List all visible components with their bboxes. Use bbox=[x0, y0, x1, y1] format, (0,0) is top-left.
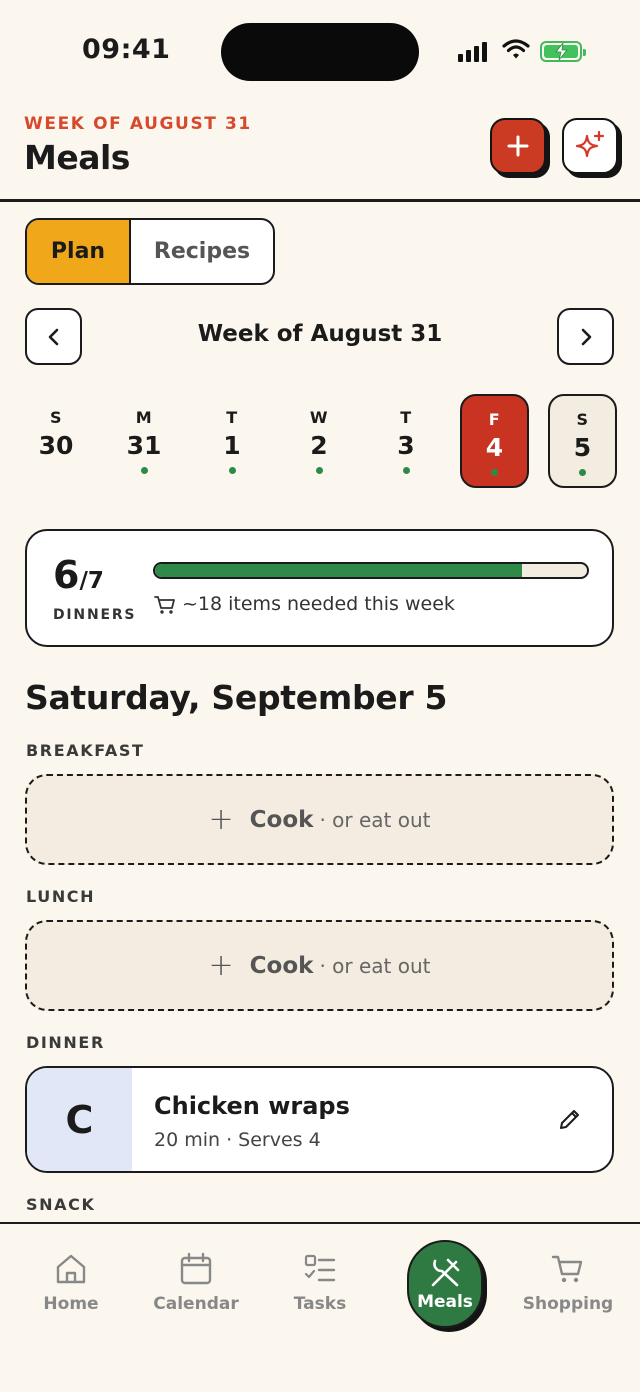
day-tuesday-1[interactable]: T 1 bbox=[199, 394, 265, 488]
segment-recipes[interactable]: Recipes bbox=[131, 220, 273, 283]
page-title: Meals bbox=[24, 138, 130, 177]
planned-dot bbox=[579, 469, 586, 476]
day-letter: W bbox=[309, 408, 329, 427]
dinner-label: DINNER bbox=[26, 1033, 105, 1052]
day-thursday-3[interactable]: T 3 bbox=[373, 394, 439, 488]
tab-meals-active[interactable]: Meals bbox=[407, 1240, 483, 1328]
plus-icon: + bbox=[208, 948, 234, 983]
view-segmented-control: Plan Recipes bbox=[25, 218, 275, 285]
dinners-done: 6 bbox=[53, 553, 80, 597]
breakfast-empty-slot[interactable]: + Cook · or eat out bbox=[25, 774, 614, 865]
cart-icon bbox=[551, 1255, 583, 1283]
lunch-label: LUNCH bbox=[26, 887, 96, 906]
next-week-button[interactable] bbox=[557, 308, 614, 365]
chevron-left-icon bbox=[48, 328, 58, 345]
magic-plan-button[interactable] bbox=[562, 118, 618, 174]
status-time: 09:41 bbox=[82, 34, 171, 65]
cellular-signal-icon bbox=[458, 40, 487, 62]
day-number: 3 bbox=[397, 431, 415, 460]
day-letter: T bbox=[226, 408, 238, 427]
day-friday-4-today[interactable]: F 4 bbox=[460, 394, 529, 488]
calendar-icon bbox=[180, 1252, 212, 1285]
eat-out-text: · or eat out bbox=[319, 807, 431, 832]
day-letter: S bbox=[49, 408, 63, 427]
sparkles-icon bbox=[575, 130, 605, 158]
home-icon bbox=[56, 1254, 86, 1284]
day-letter: T bbox=[400, 408, 412, 427]
pencil-icon[interactable] bbox=[557, 1106, 583, 1132]
planned-dot bbox=[140, 467, 148, 474]
dinners-label: DINNERS bbox=[53, 607, 137, 623]
tab-bar: Home Calendar Tasks Meals Shopping bbox=[0, 1222, 640, 1392]
lunch-empty-slot[interactable]: + Cook · or eat out bbox=[25, 920, 614, 1011]
day-number: 1 bbox=[223, 431, 241, 460]
day-wednesday-2[interactable]: W 2 bbox=[286, 394, 352, 488]
dinners-count: 6/7 bbox=[53, 553, 104, 597]
day-number: 4 bbox=[485, 433, 504, 462]
checklist-icon bbox=[304, 1254, 336, 1282]
breakfast-label: BREAKFAST bbox=[26, 741, 145, 760]
planned-dot bbox=[315, 467, 323, 474]
day-number: 31 bbox=[126, 431, 162, 460]
planned-dot bbox=[228, 467, 236, 474]
day-number: 2 bbox=[310, 431, 328, 460]
cook-text: Cook bbox=[249, 952, 314, 979]
tab-label: Home bbox=[43, 1294, 99, 1314]
snack-label: SNACK bbox=[26, 1195, 96, 1214]
day-letter: F bbox=[488, 410, 501, 429]
add-meal-button[interactable] bbox=[490, 118, 546, 174]
week-kicker: WEEK OF AUGUST 31 bbox=[24, 114, 252, 134]
previous-week-button[interactable] bbox=[25, 308, 82, 365]
day-number: 30 bbox=[38, 431, 74, 460]
progress-fill bbox=[155, 564, 523, 577]
chevron-right-icon bbox=[581, 328, 591, 345]
tab-label: Meals bbox=[417, 1292, 473, 1312]
dinner-meal-card[interactable]: C Chicken wraps 20 min · Serves 4 bbox=[25, 1066, 614, 1173]
planned-dot bbox=[491, 469, 498, 476]
planned-dot bbox=[402, 467, 410, 474]
eat-out-text: · or eat out bbox=[319, 953, 431, 978]
tab-home[interactable]: Home bbox=[16, 1252, 126, 1314]
tab-label: Tasks bbox=[293, 1294, 347, 1314]
segment-plan[interactable]: Plan bbox=[27, 220, 131, 283]
dynamic-island bbox=[221, 23, 419, 81]
tab-label: Calendar bbox=[153, 1294, 239, 1314]
wifi-icon bbox=[502, 39, 530, 59]
meal-name: Chicken wraps bbox=[154, 1092, 350, 1120]
dinners-progress-bar bbox=[153, 562, 589, 579]
meal-meta: 20 min · Serves 4 bbox=[154, 1129, 321, 1151]
week-label: Week of August 31 bbox=[197, 321, 443, 347]
header-divider bbox=[0, 199, 640, 202]
day-sunday-30[interactable]: S 30 bbox=[23, 394, 89, 488]
dinners-total: /7 bbox=[79, 568, 104, 594]
day-letter: S bbox=[576, 410, 589, 429]
fork-knife-icon bbox=[431, 1258, 460, 1287]
selected-day-heading: Saturday, September 5 bbox=[25, 678, 448, 717]
day-number: 5 bbox=[573, 433, 592, 462]
cart-icon bbox=[154, 596, 175, 614]
day-monday-31[interactable]: M 31 bbox=[111, 394, 177, 488]
battery-icon bbox=[540, 41, 586, 62]
day-saturday-5-selected[interactable]: S 5 bbox=[548, 394, 617, 488]
tab-label: Shopping bbox=[522, 1294, 614, 1314]
items-needed-text: ~18 items needed this week bbox=[182, 593, 455, 615]
tab-tasks[interactable]: Tasks bbox=[265, 1252, 375, 1314]
dinners-summary-card[interactable]: 6/7 DINNERS ~18 items needed this week bbox=[25, 529, 614, 647]
cook-text: Cook bbox=[249, 806, 314, 833]
plus-icon: + bbox=[208, 802, 234, 837]
plus-icon bbox=[507, 135, 529, 157]
tab-shopping[interactable]: Shopping bbox=[513, 1252, 623, 1314]
tab-calendar[interactable]: Calendar bbox=[141, 1252, 251, 1314]
meal-initial-thumb: C bbox=[27, 1068, 132, 1171]
day-letter: M bbox=[135, 408, 153, 427]
